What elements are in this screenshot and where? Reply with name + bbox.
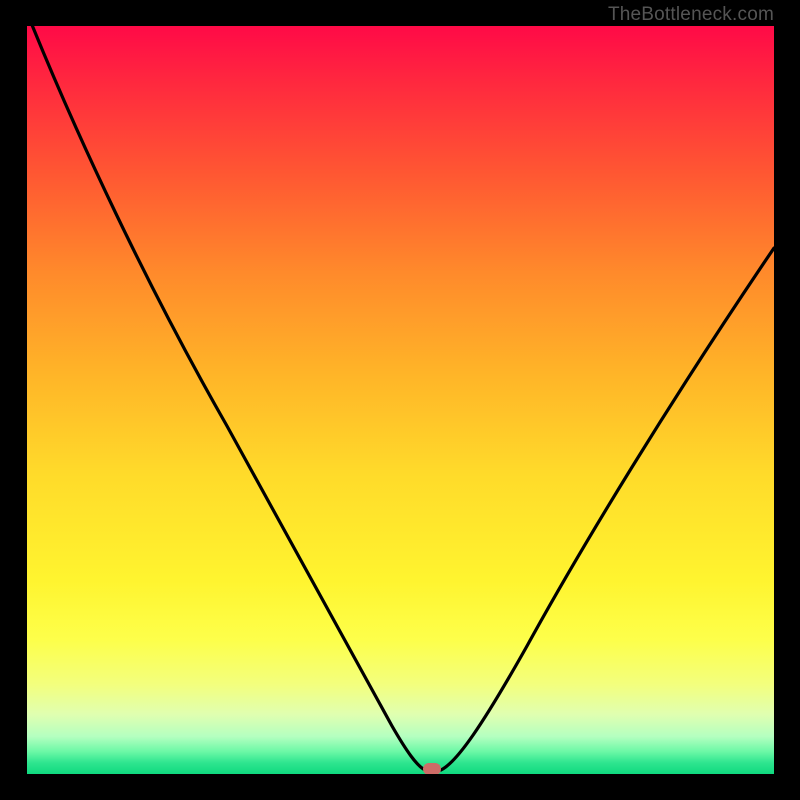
plot-area — [27, 26, 774, 774]
bottleneck-chart: TheBottleneck.com — [0, 0, 800, 800]
balance-marker — [423, 763, 441, 774]
curve-layer — [27, 26, 774, 774]
bottleneck-curve-path — [30, 26, 774, 770]
watermark-text: TheBottleneck.com — [608, 4, 774, 26]
